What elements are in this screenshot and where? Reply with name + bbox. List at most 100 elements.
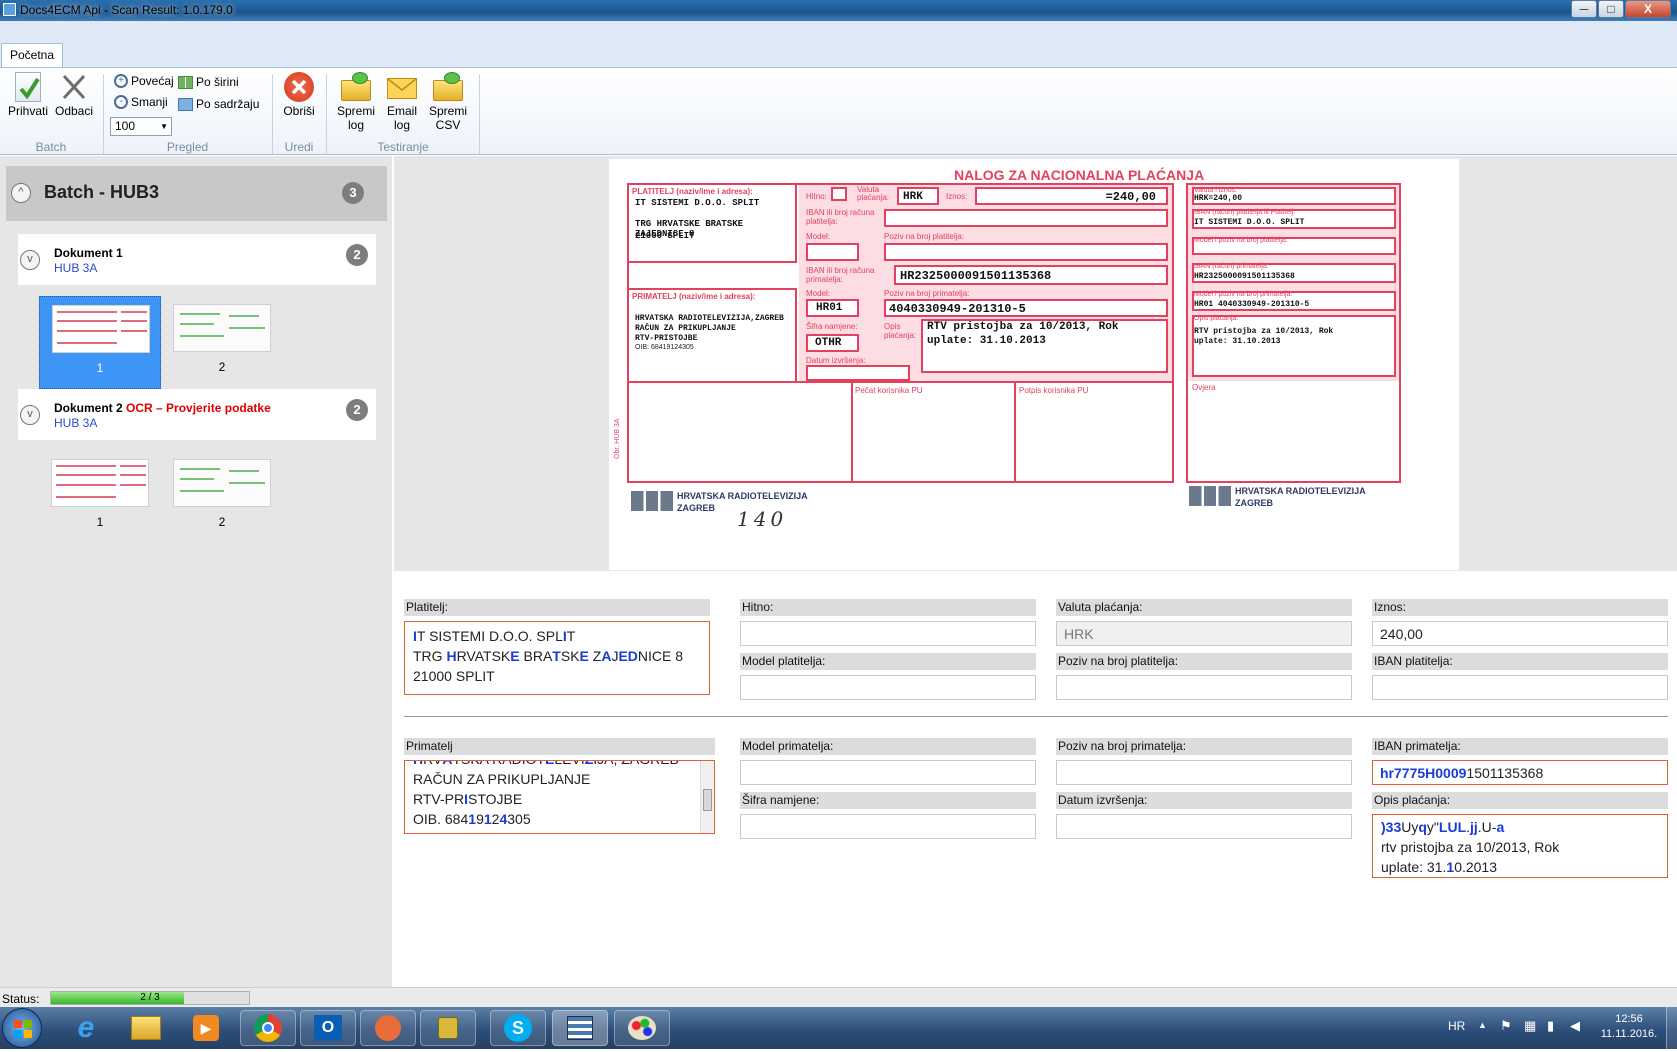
primatelj-textarea[interactable]: HRVATSKA RADIOTELEVIZIJA, ZAGREBRAČUN ZA… <box>404 760 715 834</box>
sifra-namjene-field[interactable] <box>740 814 1036 839</box>
ocr-warning: OCR – Provjerite podatke <box>126 401 271 415</box>
email-log-label-1: Email <box>386 104 417 118</box>
document-card-2[interactable]: v Dokument 2 OCR – Provjerite podatke HU… <box>18 389 376 440</box>
expand-icon[interactable]: v <box>20 250 40 270</box>
iznos-field[interactable]: 240,00 <box>1372 621 1668 646</box>
iban-platitelja-field[interactable] <box>1372 675 1668 700</box>
page-thumbnail[interactable]: 2 <box>161 451 283 544</box>
prihvati-button[interactable]: Prihvati <box>6 72 50 118</box>
status-label: Status: <box>2 992 40 1006</box>
fit-content-icon <box>178 97 193 111</box>
document-name: Dokument 1 <box>54 246 123 260</box>
po-sirini-label: Po širini <box>196 75 239 89</box>
collapse-icon[interactable]: ^ <box>11 183 31 203</box>
hrt-logo: HRVATSKA RADIOTELEVIZIJA ZAGREB <box>631 489 831 519</box>
check-icon <box>15 72 41 102</box>
opis-placanja-textarea[interactable]: )33Uyqy"LUL.jj.U-a rtv pristojba za 10/20… <box>1372 814 1668 878</box>
taskbar-docs4ecm[interactable] <box>552 1010 608 1046</box>
poziv-primatelja-field[interactable] <box>1056 760 1352 785</box>
network-icon[interactable]: ▦ <box>1524 1018 1536 1034</box>
language-indicator[interactable]: HR <box>1448 1019 1465 1033</box>
spremi-log-button[interactable]: Spremi log <box>334 72 378 132</box>
taskbar-ie[interactable]: e <box>58 1010 114 1046</box>
datum-izvrsenja-field[interactable] <box>1056 814 1352 839</box>
label-platitelj: Platitelj: <box>404 599 710 616</box>
flag-icon[interactable]: ⚑ <box>1500 1018 1512 1034</box>
start-button[interactable] <box>2 1008 42 1048</box>
page-thumbnail[interactable]: 1 <box>39 296 161 389</box>
media-player-icon: ▶ <box>193 1015 219 1041</box>
page-number: 1 <box>96 361 104 375</box>
progress-bar: 2 / 3 <box>50 991 250 1005</box>
model-primatelja-field[interactable] <box>740 760 1036 785</box>
valuta-field[interactable]: HRK <box>1056 621 1352 646</box>
tray-expand-icon[interactable]: ▲ <box>1478 1020 1487 1030</box>
platitelj-textarea[interactable]: IT SISTEMI D.O.O. SPLIT TRG HRVATSKE BRAT… <box>404 621 710 695</box>
clock-time: 12:56 <box>1615 1013 1643 1025</box>
label-iban-primatelja: IBAN primatelja: <box>1372 738 1668 755</box>
show-desktop-button[interactable] <box>1666 1007 1677 1049</box>
page-count-badge: 2 <box>346 244 368 266</box>
iban-primatelja-field[interactable]: hr7775H00091501135368 <box>1372 760 1668 785</box>
batch-header[interactable]: ^ Batch - HUB3 3 <box>6 166 387 221</box>
skype-icon: S <box>504 1014 532 1042</box>
usb-icon[interactable]: ▮ <box>1547 1018 1554 1034</box>
app-icon <box>3 3 16 16</box>
expand-icon[interactable]: v <box>20 405 40 425</box>
spremi-log-label-2: log <box>347 118 364 132</box>
scan-signature-row: Pečat korisnika PU Potpis korisnika PU <box>629 381 1172 483</box>
po-sadrzaju-button[interactable]: Po sadržaju <box>178 96 259 112</box>
chrome-icon <box>254 1014 282 1042</box>
maximize-button[interactable]: □ <box>1598 0 1624 18</box>
tab-pocetna[interactable]: Početna <box>1 43 63 67</box>
outlook-icon: O <box>314 1015 342 1041</box>
textarea-scrollbar[interactable] <box>700 761 714 833</box>
envelope-icon <box>386 72 418 102</box>
page-thumbnail[interactable]: 1 <box>39 451 161 544</box>
taskbar-paint[interactable] <box>614 1010 670 1046</box>
obrisi-button[interactable]: Obriši <box>278 72 320 118</box>
volume-icon[interactable]: ◀ <box>1570 1018 1580 1034</box>
odbaci-button[interactable]: Odbaci <box>52 72 96 118</box>
section-divider <box>404 716 1668 717</box>
hitno-field[interactable] <box>740 621 1036 646</box>
ribbon: Prihvati Odbaci Batch + Povećaj - Smanji… <box>0 67 1677 155</box>
document-card-1[interactable]: v Dokument 1 HUB 3A 2 <box>18 234 376 285</box>
close-button[interactable]: X <box>1625 0 1671 18</box>
model-platitelja-field[interactable] <box>740 675 1036 700</box>
taskbar-app[interactable] <box>360 1010 416 1046</box>
clock[interactable]: 12:56 11.11.2016. <box>1596 1012 1662 1042</box>
group-label-uredi: Uredi <box>284 140 314 154</box>
taskbar-skype[interactable]: S <box>490 1010 546 1046</box>
document-viewer[interactable]: NALOG ZA NACIONALNA PLAĆANJA PLATITELJ (… <box>394 156 1677 571</box>
scan-primatelj-section: PRIMATELJ (naziv/ime i adresa): HRVATSKA… <box>629 288 797 383</box>
lock-icon <box>438 1017 458 1039</box>
document-type: HUB 3A <box>54 416 98 430</box>
spremi-log-label-1: Spremi <box>336 104 375 118</box>
minimize-button[interactable]: ─ <box>1571 0 1597 18</box>
smanji-label: Smanji <box>131 95 168 109</box>
povecaj-label: Povećaj <box>131 74 174 88</box>
progress-text: 2 / 3 <box>140 992 160 1003</box>
povecaj-button[interactable]: + Povećaj <box>114 73 174 89</box>
spremi-csv-button[interactable]: Spremi CSV <box>426 72 470 132</box>
page-count-badge: 2 <box>346 399 368 421</box>
folder-save-icon <box>432 72 464 102</box>
taskbar-media[interactable]: ▶ <box>178 1010 234 1046</box>
scanned-page: NALOG ZA NACIONALNA PLAĆANJA PLATITELJ (… <box>609 159 1459 570</box>
zoom-select[interactable]: 100 ▼ <box>110 117 172 136</box>
poziv-platitelja-field[interactable] <box>1056 675 1352 700</box>
taskbar-keepass[interactable] <box>420 1010 476 1046</box>
page-thumbnail[interactable]: 2 <box>161 296 283 389</box>
smanji-button[interactable]: - Smanji <box>114 94 168 110</box>
taskbar-outlook[interactable]: O <box>300 1010 356 1046</box>
odbaci-label: Odbaci <box>54 104 94 118</box>
taskbar-explorer[interactable] <box>118 1010 174 1046</box>
prihvati-label: Prihvati <box>7 104 48 118</box>
email-log-button[interactable]: Email log <box>380 72 424 132</box>
document-name: Dokument 2 OCR – Provjerite podatke <box>54 401 271 415</box>
po-sirini-button[interactable]: Po širini <box>178 74 239 90</box>
label-valuta: Valuta plaćanja: <box>1056 599 1352 616</box>
taskbar-chrome[interactable] <box>240 1010 296 1046</box>
label-iznos: Iznos: <box>1372 599 1668 616</box>
